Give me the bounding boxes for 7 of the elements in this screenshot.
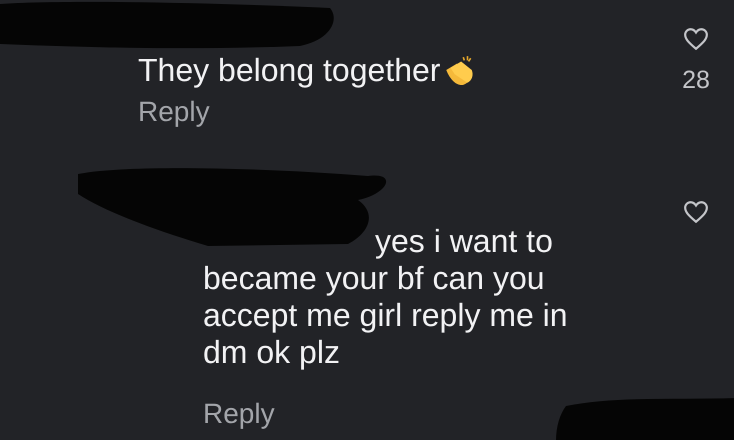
heart-icon[interactable] [683, 200, 709, 224]
comment-text: They belong together [138, 52, 440, 89]
reply-link[interactable]: Reply [138, 97, 210, 127]
comment-text: yes i want to became your bf can you accept me girl reply me in dm ok plz [203, 223, 569, 371]
reply-link[interactable]: Reply [203, 399, 275, 429]
like-count: 28 [682, 66, 710, 95]
heart-icon[interactable] [683, 27, 709, 51]
